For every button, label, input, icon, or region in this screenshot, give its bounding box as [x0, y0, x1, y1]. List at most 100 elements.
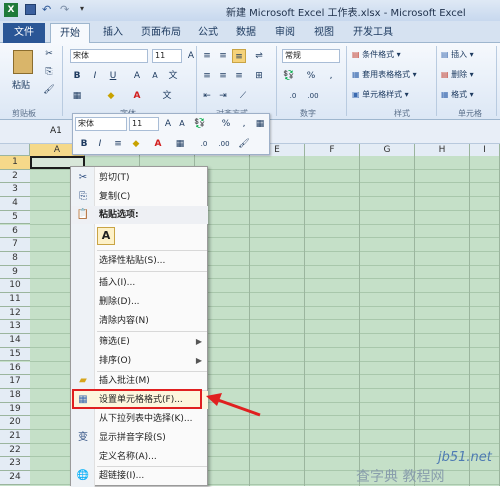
- column-header[interactable]: H: [415, 144, 470, 156]
- mini-comma-icon[interactable]: ,: [237, 117, 251, 131]
- mini-italic-icon[interactable]: I: [93, 137, 107, 151]
- underline-icon[interactable]: U: [106, 69, 120, 83]
- row-header[interactable]: 6: [0, 224, 30, 239]
- fill-color-icon[interactable]: ◆: [104, 89, 118, 103]
- undo-icon[interactable]: ↶: [42, 3, 51, 16]
- font-size-combo[interactable]: 11: [152, 49, 182, 63]
- row-header[interactable]: 11: [0, 293, 30, 307]
- mini-increase-decimal-icon[interactable]: .0: [197, 137, 211, 151]
- align-middle-icon[interactable]: ≡: [216, 49, 230, 63]
- align-center-icon[interactable]: ≡: [216, 69, 230, 83]
- mini-grow-font-icon[interactable]: A: [161, 117, 175, 131]
- font-name-combo[interactable]: 宋体: [70, 49, 148, 63]
- tab-review[interactable]: 审阅: [268, 23, 302, 43]
- currency-icon[interactable]: 💱: [282, 69, 296, 83]
- tab-file[interactable]: 文件: [3, 23, 45, 43]
- comma-style-icon[interactable]: ,: [324, 69, 338, 83]
- row-header[interactable]: 9: [0, 265, 30, 280]
- menu-item-show-phonetic[interactable]: 变 显示拼音字段(S): [71, 429, 208, 447]
- menu-item-cut[interactable]: ✂ 剪切(T): [71, 169, 208, 187]
- row-header[interactable]: 21: [0, 430, 30, 444]
- tab-data[interactable]: 数据: [229, 23, 263, 43]
- qat-dropdown-icon[interactable]: ▾: [80, 4, 84, 13]
- menu-item-define-name[interactable]: 定义名称(A)...: [71, 448, 208, 466]
- row-header[interactable]: 24: [0, 471, 30, 485]
- column-header[interactable]: I: [470, 144, 500, 156]
- cut-icon[interactable]: ✂: [42, 47, 56, 61]
- align-top-icon[interactable]: ≡: [200, 49, 214, 63]
- row-header[interactable]: 12: [0, 306, 30, 321]
- select-all-corner[interactable]: [0, 144, 30, 156]
- excel-icon[interactable]: X: [4, 3, 18, 17]
- menu-item-sort[interactable]: 排序(O) ▶: [71, 352, 208, 370]
- format-cells-button[interactable]: ▦ 格式 ▾: [441, 89, 474, 100]
- mini-fill-color-icon[interactable]: ◆: [129, 137, 143, 151]
- mini-decrease-decimal-icon[interactable]: .00: [217, 137, 231, 151]
- row-header[interactable]: 4: [0, 197, 30, 211]
- phonetic-icon[interactable]: 文: [160, 89, 174, 103]
- mini-shrink-font-icon[interactable]: A: [175, 117, 189, 131]
- mini-font-color-icon[interactable]: A: [151, 137, 165, 151]
- row-header[interactable]: 15: [0, 347, 30, 362]
- menu-item-insert[interactable]: 插入(I)...: [71, 274, 208, 292]
- orientation-icon[interactable]: ⟋: [236, 89, 250, 103]
- percent-icon[interactable]: %: [304, 69, 318, 83]
- mini-align-icon[interactable]: ≡: [111, 137, 125, 151]
- format-as-table-button[interactable]: ▦ 套用表格格式 ▾: [352, 69, 417, 80]
- align-right-icon[interactable]: ≡: [232, 69, 246, 83]
- mini-format-icon[interactable]: ▦: [253, 117, 267, 131]
- row-header[interactable]: 23: [0, 457, 30, 472]
- menu-item-pick-from-list[interactable]: 从下拉列表中选择(K)...: [71, 410, 208, 428]
- paste-option-keep-text-button[interactable]: A: [97, 227, 115, 245]
- cell-styles-button[interactable]: ▣ 单元格样式 ▾: [352, 89, 409, 100]
- menu-item-insert-comment[interactable]: ▰ 插入批注(M): [71, 372, 208, 390]
- mini-format-painter-icon[interactable]: 🖌: [237, 137, 251, 151]
- mini-font-size-combo[interactable]: 11: [129, 117, 159, 131]
- menu-item-filter[interactable]: 筛选(E) ▶: [71, 333, 208, 351]
- tab-insert[interactable]: 插入: [96, 23, 130, 43]
- mini-font-name-combo[interactable]: 宋体: [75, 117, 127, 131]
- redo-icon[interactable]: ↷: [60, 3, 69, 16]
- row-header[interactable]: 22: [0, 443, 30, 458]
- row-header[interactable]: 8: [0, 251, 30, 266]
- tab-view[interactable]: 视图: [307, 23, 341, 43]
- row-header[interactable]: 1: [0, 156, 30, 170]
- delete-cells-button[interactable]: ▤ 删除 ▾: [441, 69, 474, 80]
- tab-home[interactable]: 开始: [50, 23, 90, 43]
- row-header[interactable]: 20: [0, 416, 30, 430]
- mini-bold-icon[interactable]: B: [77, 137, 91, 151]
- tab-developer[interactable]: 开发工具: [346, 23, 400, 43]
- save-icon[interactable]: [25, 4, 36, 15]
- row-header[interactable]: 3: [0, 183, 30, 198]
- menu-item-clear-contents[interactable]: 清除内容(N): [71, 312, 208, 330]
- insert-cells-button[interactable]: ▤ 插入 ▾: [441, 49, 474, 60]
- row-header[interactable]: 2: [0, 169, 30, 184]
- row-header[interactable]: 16: [0, 361, 30, 376]
- row-header[interactable]: 17: [0, 375, 30, 389]
- shrink-font-icon[interactable]: A: [148, 69, 162, 83]
- row-header[interactable]: 10: [0, 279, 30, 293]
- row-header[interactable]: 19: [0, 402, 30, 417]
- menu-item-delete[interactable]: 删除(D)...: [71, 293, 208, 311]
- tab-page-layout[interactable]: 页面布局: [133, 23, 189, 43]
- paste-button[interactable]: 粘贴: [8, 47, 38, 97]
- row-header[interactable]: 18: [0, 388, 30, 403]
- conditional-format-button[interactable]: ▤ 条件格式 ▾: [352, 49, 401, 60]
- align-bottom-icon[interactable]: ≡: [232, 49, 246, 63]
- increase-decimal-icon[interactable]: .0: [286, 89, 300, 103]
- menu-item-hyperlink[interactable]: 🌐 超链接(I)...: [71, 467, 208, 485]
- merge-center-icon[interactable]: ⊞: [252, 69, 266, 83]
- tab-formulas[interactable]: 公式: [191, 23, 225, 43]
- column-header[interactable]: F: [305, 144, 360, 156]
- mini-currency-icon[interactable]: 💱: [193, 117, 207, 131]
- borders-icon[interactable]: ▦: [70, 89, 84, 103]
- row-header[interactable]: 14: [0, 334, 30, 348]
- number-format-combo[interactable]: 常规: [282, 49, 340, 63]
- menu-item-copy[interactable]: ⎘ 复制(C): [71, 188, 208, 206]
- font-color-icon[interactable]: A: [130, 89, 144, 103]
- italic-icon[interactable]: I: [88, 69, 102, 83]
- decrease-indent-icon[interactable]: ⇤: [200, 89, 214, 103]
- column-header[interactable]: G: [360, 144, 415, 156]
- row-header[interactable]: 5: [0, 210, 30, 225]
- format-painter-icon[interactable]: 🖌: [42, 83, 56, 97]
